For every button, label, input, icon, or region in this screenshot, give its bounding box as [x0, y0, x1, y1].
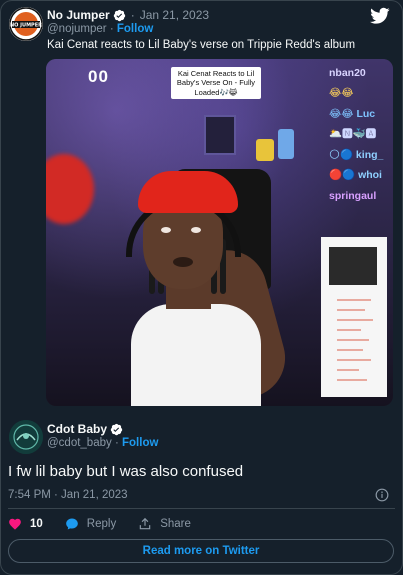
follow-link[interactable]: Follow — [122, 437, 158, 449]
quoted-author-line: No Jumper · Jan 21, 2023 — [47, 8, 209, 22]
like-button[interactable]: 10 — [8, 517, 43, 531]
video-caption: Kai Cenat Reacts to Lil Baby's Verse On … — [171, 67, 261, 100]
chat-line: 🔴🔵 whoi — [329, 169, 382, 182]
quoted-follow-sep: · — [109, 23, 114, 35]
verified-icon — [110, 423, 123, 435]
chat-line: springaul — [329, 189, 377, 202]
reply-icon — [65, 518, 78, 530]
chat-line: 🌕🔵 king_ — [329, 148, 384, 161]
video-panel-line — [337, 379, 367, 381]
avatar-image — [9, 420, 43, 454]
video-panel-thumbnail — [329, 247, 377, 285]
share-label: Share — [160, 518, 191, 530]
chat-line: 😂😂 — [329, 87, 354, 100]
quoted-date-sep: · — [130, 8, 135, 22]
video-panel-line — [337, 319, 373, 321]
video-shelf-item — [256, 139, 274, 161]
tweet-timestamp[interactable]: 7:54 PM · Jan 21, 2023 — [8, 489, 128, 501]
chat-line: 😂😂 Luc — [329, 107, 376, 120]
quoted-handle-line: @nojumper · Follow — [47, 23, 153, 35]
quoted-handle[interactable]: @nojumper — [47, 23, 107, 35]
quoted-author-name[interactable]: No Jumper — [47, 8, 110, 22]
video-red-cap — [138, 171, 238, 213]
video-shelf-item — [278, 129, 294, 159]
video-panel-line — [337, 309, 365, 311]
video-chat-overlay: nban20 😂😂 😂😂 Luc 🌥️🅽🐳🅰 🌕🔵 king_ 🔴🔵 whoi … — [329, 63, 391, 206]
like-count: 10 — [30, 518, 43, 530]
video-panel-line — [337, 369, 359, 371]
video-browser-panel — [321, 237, 387, 397]
follow-sep: · — [114, 437, 119, 449]
reply-button[interactable]: Reply — [65, 517, 116, 531]
video-panel-line — [337, 339, 369, 341]
video-panel-line — [337, 299, 371, 301]
video-panel-line — [337, 359, 371, 361]
quoted-follow-link[interactable]: Follow — [117, 23, 153, 35]
share-button[interactable]: Share — [138, 517, 191, 531]
nojumper-avatar[interactable]: NO JUMPER — [9, 7, 43, 41]
reply-label: Reply — [86, 518, 117, 530]
quoted-date[interactable]: Jan 21, 2023 — [140, 8, 209, 22]
read-more-button[interactable]: Read more on Twitter — [8, 539, 394, 563]
svg-text:NO JUMPER: NO JUMPER — [10, 23, 42, 29]
video-wall-frame — [204, 115, 236, 155]
video-thumbnail[interactable]: nban20 😂😂 😂😂 Luc 🌥️🅽🐳🅰 🌕🔵 king_ 🔴🔵 whoi … — [46, 59, 393, 406]
cdotbaby-avatar[interactable] — [9, 420, 43, 454]
video-panel-line — [337, 349, 363, 351]
video-person-tanktop — [131, 304, 261, 406]
tweet-actions: 10 Reply Share — [8, 517, 191, 531]
info-icon[interactable] — [375, 488, 389, 502]
video-person-mouth — [173, 257, 193, 267]
author-handle[interactable]: @cdot_baby — [47, 437, 112, 449]
nojumper-logo-icon: NO JUMPER — [9, 7, 43, 41]
verified-icon — [113, 9, 125, 21]
twitter-bird-icon[interactable] — [370, 7, 390, 25]
tweet-embed-card: NO JUMPER No Jumper · Jan 21, 2023 @noju… — [0, 0, 403, 575]
author-handle-line: @cdot_baby · Follow — [47, 437, 158, 449]
chat-line: nban20 — [329, 67, 366, 79]
video-timer: 00 — [88, 67, 109, 86]
video-panel-line — [337, 329, 361, 331]
author-name[interactable]: Cdot Baby — [47, 422, 107, 436]
heart-icon — [9, 518, 21, 530]
quoted-tweet-text: Kai Cenat reacts to Lil Baby's verse on … — [47, 39, 356, 51]
share-icon — [139, 517, 151, 530]
chat-line: 🌥️🅽🐳🅰 — [329, 128, 377, 141]
divider — [8, 508, 395, 509]
tweet-text: I fw lil baby but I was also confused — [8, 463, 244, 480]
author-name-line: Cdot Baby — [47, 422, 123, 436]
